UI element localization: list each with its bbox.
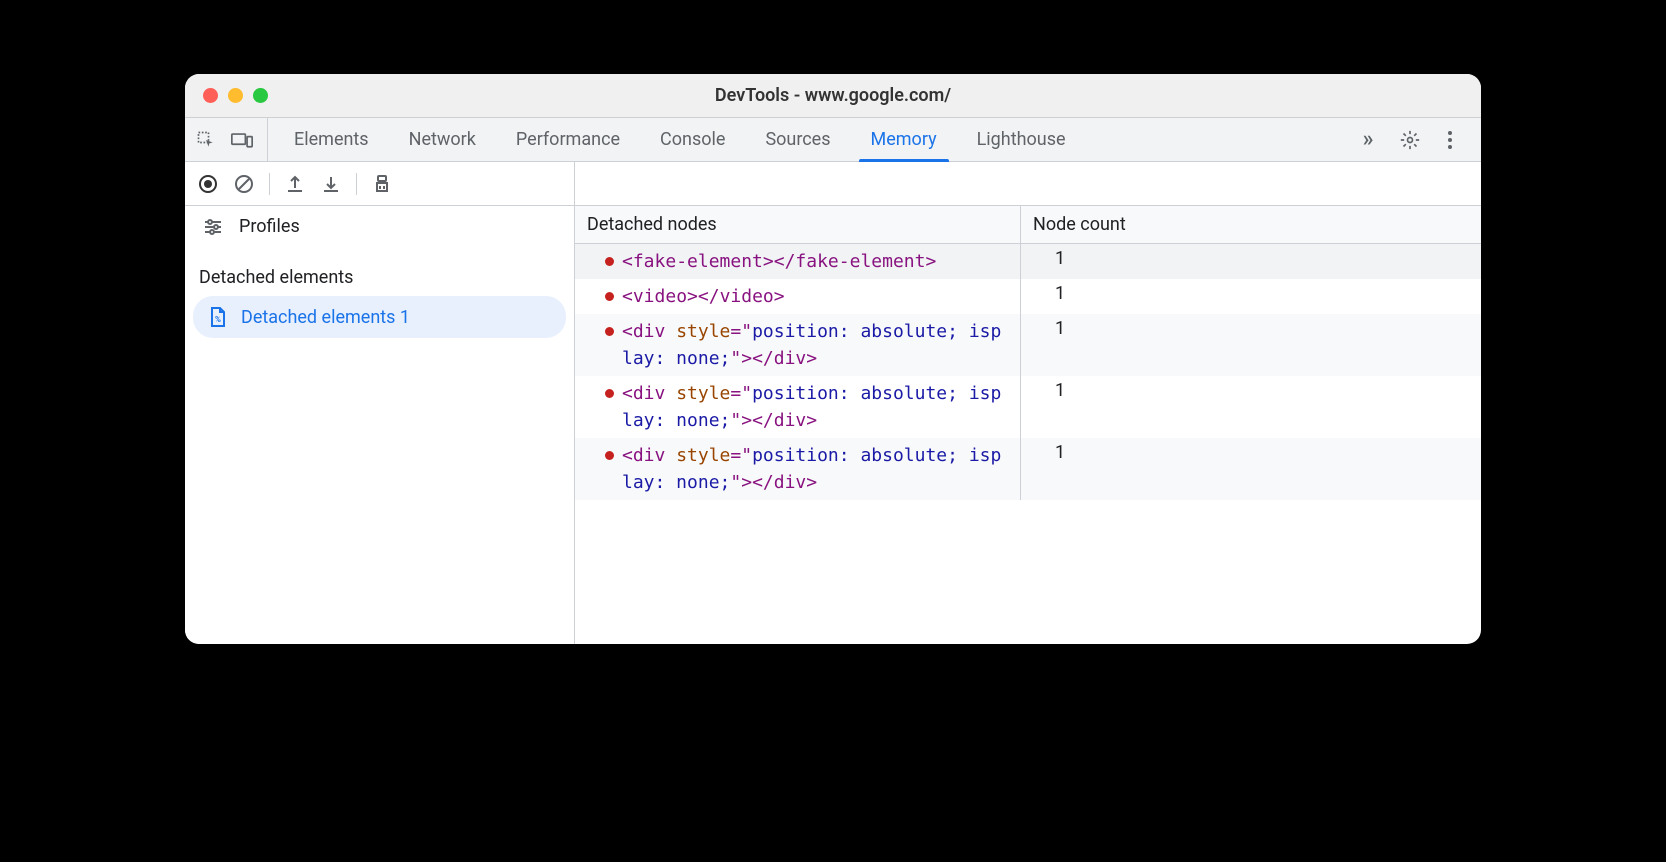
detached-node-cell: <video></video>: [575, 279, 1021, 314]
tabbar: ElementsNetworkPerformanceConsoleSources…: [185, 118, 1481, 162]
record-icon[interactable]: [197, 173, 219, 195]
filter-icon: [203, 218, 223, 236]
detached-bullet-icon: [605, 292, 614, 301]
more-menu-icon[interactable]: [1439, 129, 1461, 151]
sidebar-item-label: Detached elements 1: [241, 307, 410, 328]
sidebar: Profiles Detached elements % Detached el…: [185, 206, 575, 644]
devtools-window: DevTools - www.google.com/ ElementsNetwo…: [185, 74, 1481, 644]
content: Profiles Detached elements % Detached el…: [185, 206, 1481, 644]
settings-gear-icon[interactable]: [1399, 129, 1421, 151]
detached-bullet-icon: [605, 451, 614, 460]
tabs-container: ElementsNetworkPerformanceConsoleSources…: [274, 118, 1357, 161]
table-row[interactable]: <fake-element></fake-element> 1: [575, 244, 1481, 279]
node-markup: <video></video>: [622, 283, 1008, 310]
tab-network[interactable]: Network: [389, 118, 496, 161]
table-row[interactable]: <div style="position: absolute; isplay: …: [575, 314, 1481, 376]
detached-bullet-icon: [605, 327, 614, 336]
window-title: DevTools - www.google.com/: [715, 85, 951, 106]
table-row[interactable]: <video></video> 1: [575, 279, 1481, 314]
svg-text:%: %: [215, 315, 221, 324]
detached-node-cell: <fake-element></fake-element>: [575, 244, 1021, 279]
table-header: Detached nodes Node count: [575, 206, 1481, 244]
toolbar-left-icons: [195, 118, 268, 161]
main-panel: Detached nodes Node count <fake-element>…: [575, 206, 1481, 644]
node-count-cell: 1: [1021, 279, 1481, 314]
titlebar: DevTools - www.google.com/: [185, 74, 1481, 118]
sidebar-item-detached-elements[interactable]: % Detached elements 1: [193, 296, 566, 338]
document-icon: %: [209, 306, 227, 328]
node-markup: <div style="position: absolute; isplay: …: [622, 442, 1008, 496]
tab-sources[interactable]: Sources: [745, 118, 850, 161]
divider: [269, 173, 270, 195]
tab-elements[interactable]: Elements: [274, 118, 389, 161]
detached-node-cell: <div style="position: absolute; isplay: …: [575, 438, 1021, 500]
node-count-cell: 1: [1021, 314, 1481, 376]
node-markup: <div style="position: absolute; isplay: …: [622, 380, 1008, 434]
tab-lighthouse[interactable]: Lighthouse: [957, 118, 1086, 161]
node-markup: <fake-element></fake-element>: [622, 248, 1008, 275]
toolbar-right-icons: [1399, 129, 1471, 151]
clear-icon[interactable]: [233, 173, 255, 195]
upload-icon[interactable]: [284, 173, 306, 195]
profiles-header[interactable]: Profiles: [185, 206, 574, 247]
profiles-label: Profiles: [239, 216, 300, 237]
column-header-detached-nodes[interactable]: Detached nodes: [575, 206, 1021, 243]
traffic-lights: [185, 88, 268, 103]
node-count-cell: 1: [1021, 244, 1481, 279]
detached-node-cell: <div style="position: absolute; isplay: …: [575, 376, 1021, 438]
sidebar-section-title: Detached elements: [185, 247, 574, 296]
maximize-window-button[interactable]: [253, 88, 268, 103]
detached-node-cell: <div style="position: absolute; isplay: …: [575, 314, 1021, 376]
secondary-toolbar: [185, 162, 1481, 206]
tab-memory[interactable]: Memory: [851, 118, 957, 161]
download-icon[interactable]: [320, 173, 342, 195]
tab-performance[interactable]: Performance: [496, 118, 640, 161]
close-window-button[interactable]: [203, 88, 218, 103]
tab-console[interactable]: Console: [640, 118, 745, 161]
inspect-element-icon[interactable]: [195, 129, 217, 151]
table-row[interactable]: <div style="position: absolute; isplay: …: [575, 438, 1481, 500]
table-body: <fake-element></fake-element>1<video></v…: [575, 244, 1481, 644]
detached-bullet-icon: [605, 257, 614, 266]
minimize-window-button[interactable]: [228, 88, 243, 103]
node-markup: <div style="position: absolute; isplay: …: [622, 318, 1008, 372]
secondary-toolbar-left: [185, 162, 575, 205]
table-row[interactable]: <div style="position: absolute; isplay: …: [575, 376, 1481, 438]
detached-bullet-icon: [605, 389, 614, 398]
column-header-node-count[interactable]: Node count: [1021, 206, 1481, 243]
collect-garbage-icon[interactable]: [371, 173, 393, 195]
device-toggle-icon[interactable]: [231, 129, 253, 151]
more-tabs-icon[interactable]: »: [1357, 129, 1379, 151]
node-count-cell: 1: [1021, 376, 1481, 438]
node-count-cell: 1: [1021, 438, 1481, 500]
divider: [356, 173, 357, 195]
